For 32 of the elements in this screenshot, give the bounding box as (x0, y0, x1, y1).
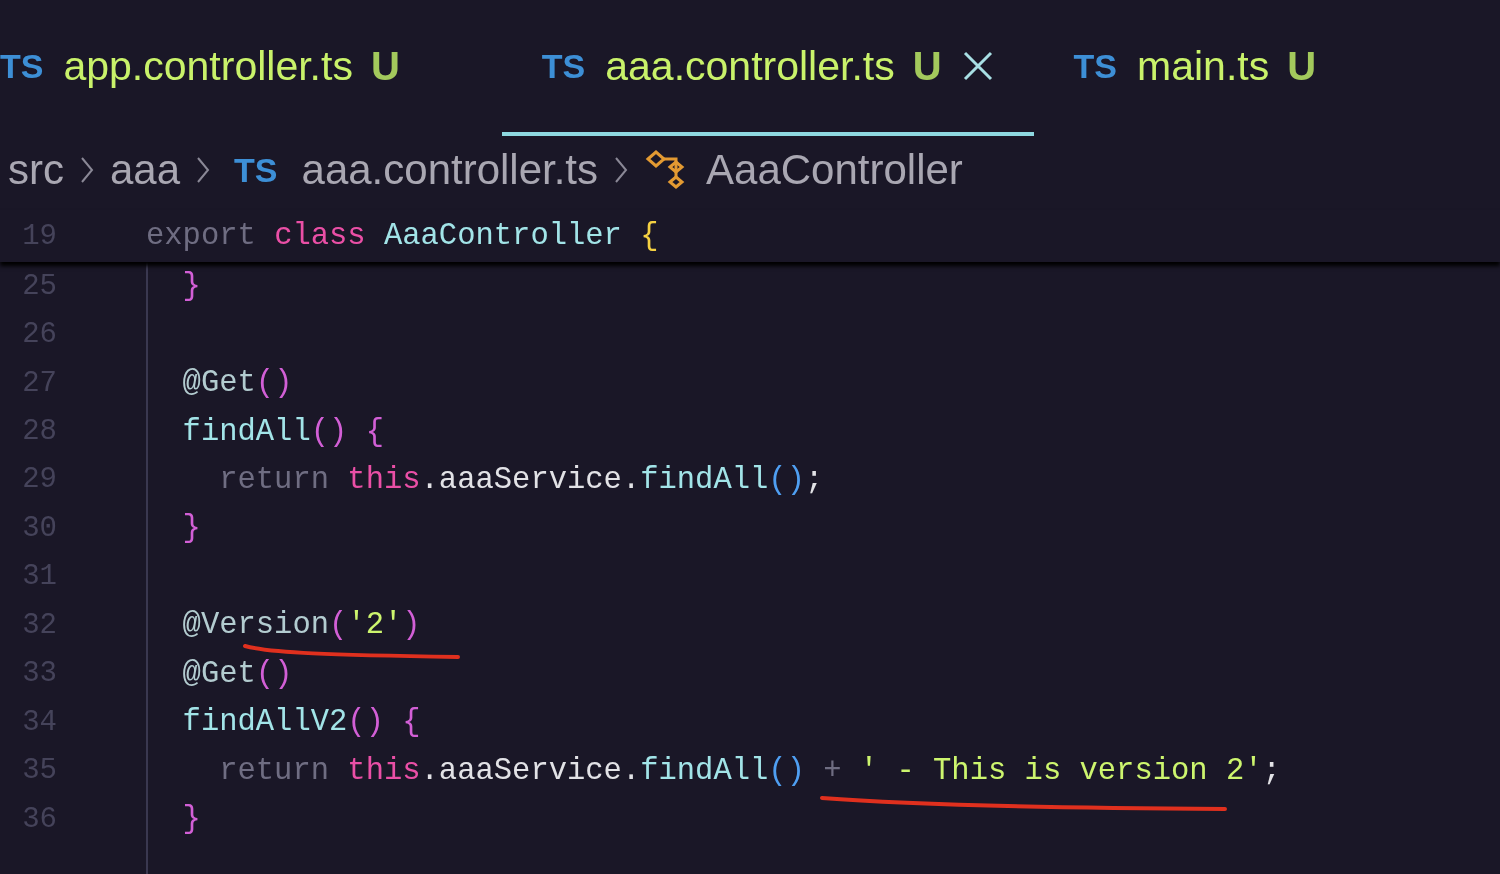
typescript-file-icon: TS (1073, 46, 1118, 86)
tab-label: aaa.controller.ts (605, 42, 895, 90)
close-icon[interactable] (961, 50, 994, 82)
breadcrumb-item[interactable]: aaa (110, 146, 181, 194)
git-status: U (912, 43, 942, 89)
chevron-icon (80, 156, 94, 184)
breadcrumb-item[interactable]: src (8, 146, 64, 194)
editor-tab[interactable]: TS main.ts U (1073, 0, 1359, 136)
code-line: @Version('2') (181, 608, 421, 643)
git-status: U (1287, 43, 1317, 89)
typescript-file-icon: TS (541, 46, 586, 86)
chevron-icon (196, 156, 211, 184)
editor-tab[interactable]: TS app.controller.ts U (0, 0, 442, 136)
code-line: } (181, 511, 201, 546)
code-line: findAll() { (181, 414, 384, 449)
tab-label: app.controller.ts (63, 42, 353, 90)
code-line: @Get() (181, 366, 293, 401)
code-line: findAllV2() { (181, 705, 421, 740)
chevron-icon (614, 156, 629, 184)
code-line: } (181, 269, 201, 304)
typescript-file-icon: TS (0, 46, 44, 86)
editor-tab[interactable]: TS aaa.controller.ts U (501, 0, 1034, 136)
code-line: return this.aaaService.findAll() + ' - This is version 2'; (218, 753, 1281, 788)
breadcrumb-item[interactable]: aaa.controller.ts (301, 146, 599, 194)
code-line: return this.aaaService.findAll(); (218, 462, 824, 497)
breadcrumb-item[interactable]: AaaController (706, 146, 963, 194)
git-status: U (370, 43, 400, 89)
code-line: @Get() (181, 656, 293, 691)
tab-label: main.ts (1137, 42, 1270, 90)
code-line: export class AaaController { (146, 219, 659, 253)
code-line: } (181, 802, 201, 837)
typescript-file-icon: TS (234, 150, 278, 190)
